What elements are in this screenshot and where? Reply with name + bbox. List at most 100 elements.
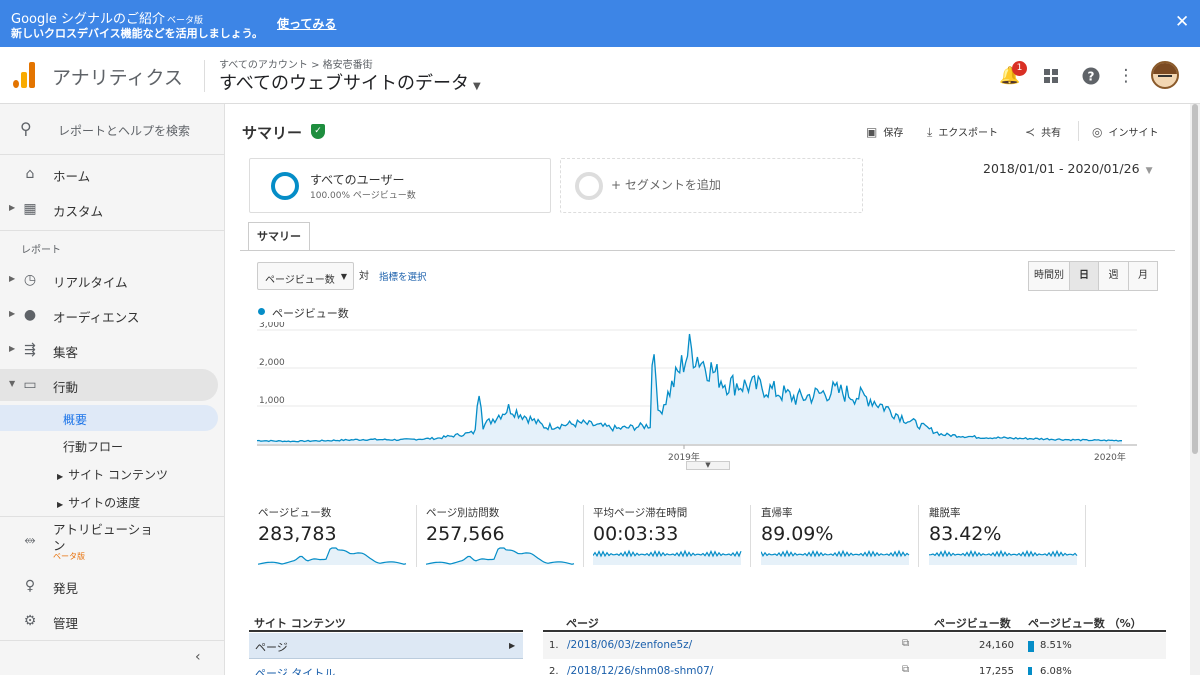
help-icon[interactable]: ? [1080,65,1102,87]
chevron-left-icon[interactable]: ‹ [195,649,201,665]
add-segment-label: + セグメントを追加 [611,178,721,192]
page-title: サマリー [242,124,303,142]
clock-icon: ◷ [23,272,37,288]
app-name: アナリティクス [52,67,183,89]
sidebar-item-site-speed[interactable]: ▶ サイトの速度 [0,488,218,514]
sidebar-item-label: 管理 [53,616,79,631]
sidebar-item-label: 行動 [53,380,79,395]
chevron-right-icon: ▶ [509,641,516,650]
close-icon[interactable]: ✕ [1175,12,1189,32]
toolbar-divider [1078,121,1079,141]
add-segment-button[interactable]: + セグメントを追加 [560,158,863,213]
sidebar-item-attribution[interactable]: ⥈ アトリビューショ ン [0,518,218,558]
view-selector[interactable]: すべてのウェブサイトのデータ ▼ [219,69,481,95]
page-url-link[interactable]: /2018/06/03/zenfone5z/ [567,639,692,651]
tab-summary[interactable]: サマリー [248,222,310,251]
apps-grid-icon[interactable] [1040,65,1062,87]
pageviews-value: 24,160 [979,640,1014,651]
site-content-page-title[interactable]: ページ タイトル [249,659,523,675]
metric-selector[interactable]: ページビュー数 ▼ [257,262,354,290]
pageviews-value: 17,255 [979,666,1014,675]
more-vert-icon[interactable]: ⋮ [1115,65,1137,87]
legend-label: ページビュー数 [272,307,349,320]
save-button[interactable]: ▣ 保存 [866,124,903,139]
export-button[interactable]: ⤓ エクスポート [927,124,998,140]
save-icon: ▣ [866,125,878,139]
try-signals-link[interactable]: 使ってみる [277,15,336,32]
sidebar-item-realtime[interactable]: ▶ ◷ リアルタイム [0,264,218,296]
granularity-hourly-button[interactable]: 時間別 [1028,261,1070,291]
notification-badge: 1 [1012,61,1027,76]
select-metric-link[interactable]: 指標を選択 [379,269,427,283]
expand-chart-icon[interactable]: ▼ [686,461,730,470]
sidebar-item-home[interactable]: ⌂ ホーム [0,158,218,190]
scrollbar-thumb[interactable] [1192,104,1198,454]
open-link-icon[interactable]: ⧉ [902,664,909,675]
kpi-sparkline [761,549,910,565]
expand-arrow-icon: ▶ [9,274,16,283]
kpi-avg-time[interactable]: 平均ページ滞在時間 00:03:33 [593,505,753,570]
open-link-icon[interactable]: ⧉ [902,638,909,649]
segment-ring-icon [271,172,299,200]
chevron-down-icon: ▼ [340,272,347,281]
kpi-label: ページ別訪問数 [426,507,500,519]
sidebar-item-behavior-overview[interactable]: 概要 [0,405,218,431]
download-icon: ⤓ [927,125,933,139]
kpi-sparkline [258,547,407,565]
sidebar-search[interactable]: ⚲ レポートとヘルプを検索 [0,114,225,144]
svg-text:?: ? [1088,70,1095,84]
kpi-divider [750,505,751,567]
kpi-sparkline [426,547,575,565]
pageviews-column-header: ページビュー数 [934,617,1011,630]
kpi-sparkline-line [929,549,1078,558]
pct-bar [1028,641,1034,652]
home-icon: ⌂ [25,166,35,182]
sidebar-item-acquisition[interactable]: ▶ ⇶ 集客 [0,334,218,366]
segment-all-users[interactable]: すべてのユーザー 100.00% ページビュー数 [249,158,551,213]
behavior-icon: ▭ [23,377,37,393]
sidebar-item-custom[interactable]: ▶ ▦ カスタム [0,193,218,225]
kpi-label: 直帰率 [761,507,793,519]
site-content-page[interactable]: ページ ▶ [249,633,523,659]
sidebar-divider [0,640,225,641]
kpi-exit-rate[interactable]: 離脱率 83.42% [929,505,1089,570]
sidebar-item-label: カスタム [53,204,104,219]
granularity-day-button[interactable]: 日 [1069,261,1099,291]
sidebar-item-behavior-flow[interactable]: 行動フロー [0,432,218,458]
share-button[interactable]: ≺ 共有 [1025,124,1061,139]
kpi-divider [1085,505,1086,567]
chevron-down-icon: ▼ [1145,166,1153,176]
kpi-unique-pageviews[interactable]: ページ別訪問数 257,566 [426,505,586,570]
vertical-scrollbar[interactable] [1190,104,1200,675]
pageviews-chart: 3,0002,0001,0002019年 2020年 [257,322,1137,463]
segment-subtitle: 100.00% ページビュー数 [310,191,416,201]
sidebar-item-label: オーディエンス [53,310,140,325]
sidebar-item-discover[interactable]: ♀ 発見 [0,570,218,602]
sidebar-item-admin[interactable]: ⚙ 管理 [0,605,218,637]
page-url-link[interactable]: /2018/12/26/shm08-shm07/ [567,665,713,675]
gear-icon: ⚙ [23,613,37,629]
sidebar-item-label: 発見 [53,581,79,596]
insight-button[interactable]: ◎ インサイト [1092,124,1158,139]
kpi-entrances[interactable]: 直帰率 89.09% [761,505,921,570]
date-range-picker[interactable]: 2018/01/01 - 2020/01/26 ▼ [983,161,1152,176]
avatar[interactable] [1151,61,1179,89]
sidebar-item-audience[interactable]: ▶ ● オーディエンス [0,299,218,331]
analytics-logo-icon[interactable] [13,62,37,88]
sidebar-item-site-content[interactable]: ▶ サイト コンテンツ [0,460,218,486]
granularity-month-button[interactable]: 月 [1128,261,1158,291]
y-tick-label: 1,000 [259,396,285,406]
search-icon: ⚲ [20,119,32,138]
insight-label: インサイト [1108,128,1159,139]
expand-arrow-icon: ▶ [9,203,16,212]
app-header: アナリティクス すべてのアカウント > 格安壱番街 すべてのウェブサイトのデータ… [0,47,1200,104]
kpi-pageviews[interactable]: ページビュー数 283,783 [258,505,418,570]
x-tick-label: 2020年 [1094,451,1126,463]
sidebar-item-behavior[interactable]: ▼ ▭ 行動 [0,369,218,401]
kpi-divider [918,505,919,567]
kpi-sparkline [593,549,742,565]
site-content-header: サイト コンテンツ [254,617,346,630]
kpi-value: 00:03:33 [593,523,679,545]
granularity-week-button[interactable]: 週 [1098,261,1129,291]
segment-name: すべてのユーザー [310,173,405,187]
